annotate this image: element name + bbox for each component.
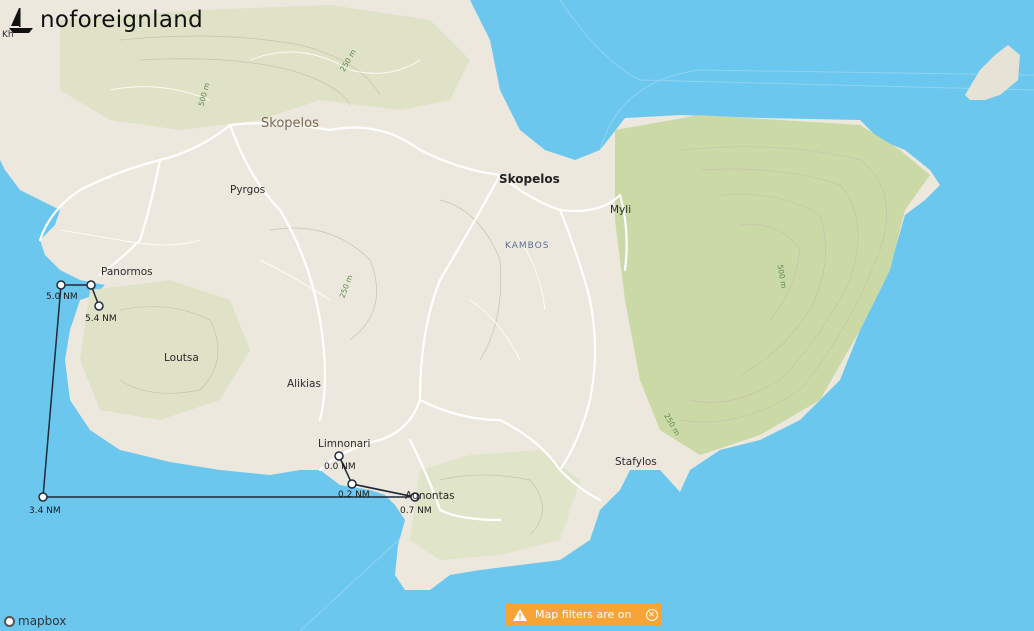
map-canvas[interactable] — [0, 0, 1034, 631]
district-label-kambos: KAMBOS — [505, 241, 550, 251]
route-distance-label: 0.2 NM — [338, 490, 370, 500]
town-label-alikias: Alikias — [287, 378, 321, 390]
waypoint-6 — [94, 301, 104, 311]
town-label-limnonari: Limnonari — [318, 438, 371, 450]
mapbox-attribution[interactable]: mapbox — [4, 614, 66, 628]
brand-name: noforeignland — [40, 7, 204, 33]
town-label-panormos: Panormos — [101, 266, 153, 278]
route-distance-label: 5.0 NM — [46, 292, 78, 302]
town-label-pyrgos: Pyrgos — [230, 184, 266, 196]
town-label-skopelos: Skopelos — [499, 172, 560, 186]
waypoint-5 — [86, 280, 96, 290]
warning-icon — [513, 608, 527, 621]
town-label-loutsa: Loutsa — [164, 352, 199, 364]
town-label-agnontas: Agnontas — [405, 490, 455, 502]
waypoint-4 — [56, 280, 66, 290]
mapbox-label: mapbox — [18, 614, 67, 628]
town-label-stafylos: Stafylos — [615, 456, 657, 468]
partial-place-label: Kh — [2, 30, 14, 40]
route-distance-label: 3.4 NM — [29, 506, 61, 516]
waypoint-0 — [334, 451, 344, 461]
waypoint-3 — [38, 492, 48, 502]
island-label: Skopelos — [261, 116, 319, 131]
town-label-myli: Myli — [610, 204, 632, 216]
route-distance-label: 5.4 NM — [85, 314, 117, 324]
route-distance-label: 0.7 NM — [400, 506, 432, 516]
waypoint-1 — [347, 479, 357, 489]
map-filters-banner[interactable]: Map filters are on ✕ — [505, 603, 662, 626]
map-filters-label: Map filters are on — [535, 608, 632, 621]
mapbox-logo-icon — [4, 615, 15, 627]
route-distance-label: 0.0 NM — [324, 462, 356, 472]
close-icon[interactable]: ✕ — [645, 608, 658, 621]
brand-logo[interactable]: noforeignland — [8, 6, 203, 34]
